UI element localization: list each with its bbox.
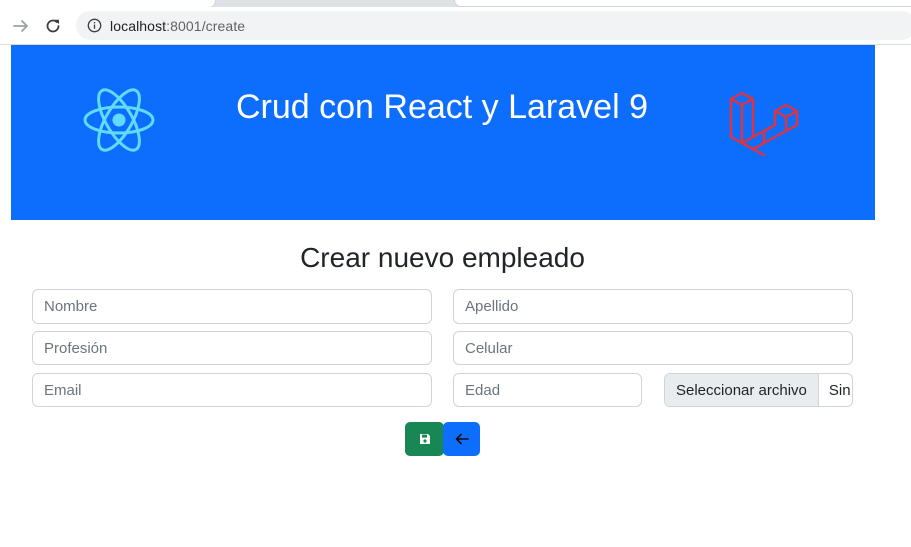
laravel-logo-icon bbox=[729, 91, 799, 157]
active-tab[interactable] bbox=[0, 0, 215, 7]
save-button[interactable] bbox=[405, 422, 444, 456]
arrow-right-icon bbox=[13, 20, 28, 32]
page-title: Crud con React y Laravel 9 bbox=[236, 88, 648, 126]
back-button[interactable] bbox=[443, 422, 480, 456]
reload-button[interactable] bbox=[41, 14, 65, 38]
url-path: :8001/create bbox=[166, 17, 246, 34]
browser-toolbar: localhost:8001/create bbox=[0, 7, 911, 45]
browser-chrome: localhost:8001/create bbox=[0, 0, 911, 45]
floppy-disk-icon bbox=[419, 434, 430, 444]
arrow-left-icon bbox=[455, 433, 469, 445]
file-input[interactable]: Seleccionar archivo Sin archivos selecci… bbox=[664, 373, 853, 407]
celular-input[interactable] bbox=[453, 331, 853, 365]
reload-icon bbox=[46, 19, 60, 33]
page-header: Crud con React y Laravel 9 bbox=[11, 45, 875, 220]
inactive-tab[interactable] bbox=[455, 0, 911, 6]
edad-input[interactable] bbox=[453, 373, 642, 407]
forward-button[interactable] bbox=[9, 14, 33, 38]
apellido-input[interactable] bbox=[453, 289, 853, 324]
tab-strip bbox=[0, 0, 911, 7]
form-title: Crear nuevo empleado bbox=[300, 242, 585, 273]
file-select-button[interactable]: Seleccionar archivo bbox=[665, 374, 819, 406]
react-logo-icon bbox=[83, 88, 155, 152]
url-host: localhost bbox=[110, 17, 167, 34]
profesion-input[interactable] bbox=[32, 331, 432, 365]
site-info-icon[interactable] bbox=[86, 18, 102, 34]
address-bar[interactable]: localhost:8001/create bbox=[76, 11, 911, 40]
url-text: localhost:8001/create bbox=[110, 18, 245, 34]
nombre-input[interactable] bbox=[32, 289, 432, 324]
file-status-text: Sin archivos seleccionados bbox=[828, 381, 852, 399]
email-input[interactable] bbox=[32, 373, 432, 407]
